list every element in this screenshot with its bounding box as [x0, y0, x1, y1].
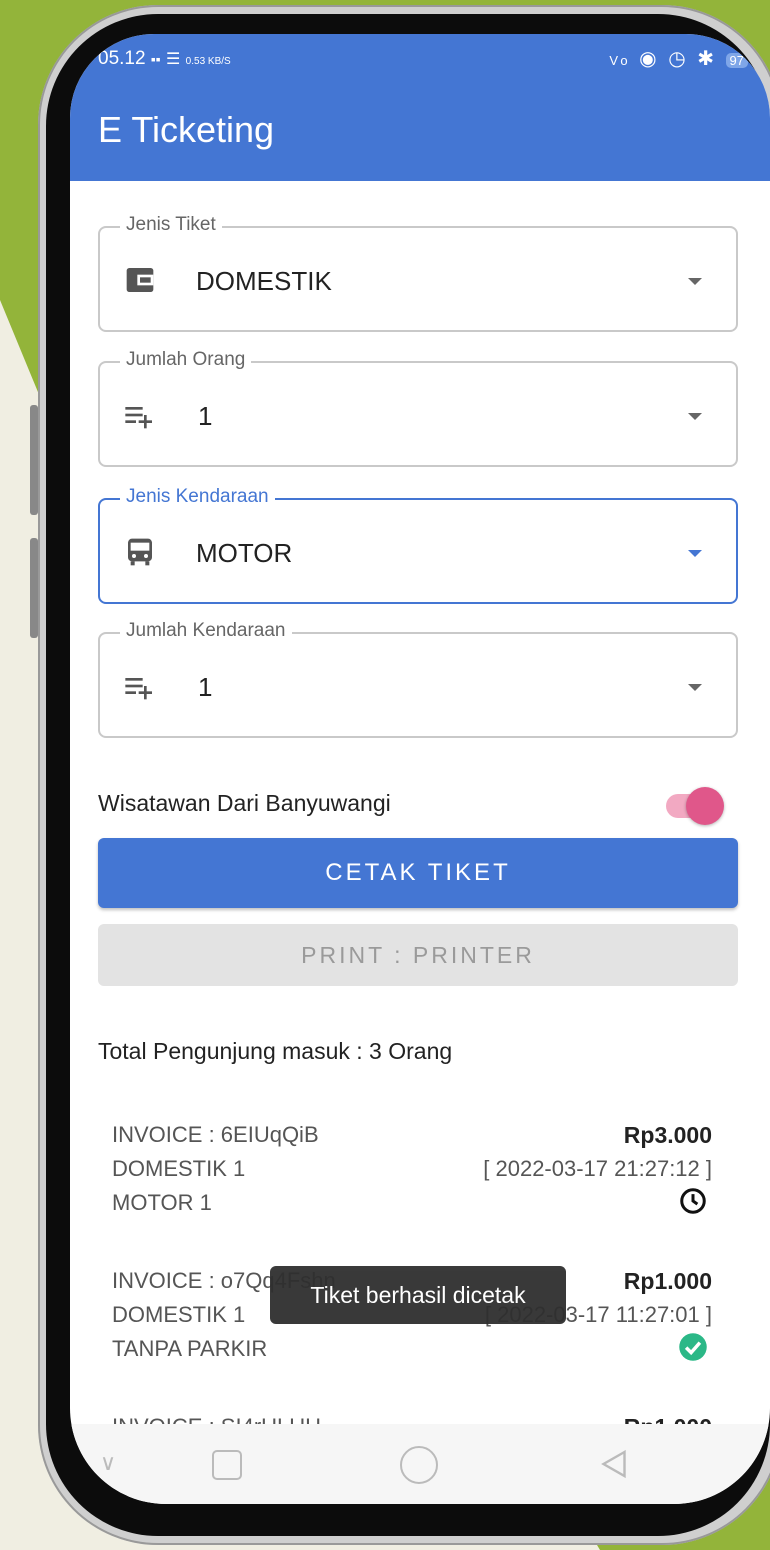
invoice-vehicle: TANPA PARKIR [112, 1336, 268, 1361]
jenis-kendaraan-dropdown[interactable]: Jenis Kendaraan MOTOR [98, 486, 738, 604]
invoice-vehicle: MOTOR 1 [112, 1190, 212, 1215]
invoice-datetime: [ 2022-03-17 21:27:12 ] [483, 1156, 712, 1181]
home-icon[interactable] [400, 1446, 438, 1484]
clock-icon [680, 1188, 706, 1214]
invoice-amount: Rp3.000 [623, 1122, 712, 1148]
jenis-tiket-label: Jenis Tiket [120, 214, 222, 236]
wallet-icon [126, 268, 154, 292]
bus-icon [128, 538, 152, 566]
status-left: 05.12 ▪▪ ☰ 0.53 KB/S [98, 48, 231, 70]
jumlah-kendaraan-value: 1 [198, 672, 213, 702]
app-bar: 05.12 ▪▪ ☰ 0.53 KB/S Vo ◉ ◷ ✱ 97 E Ticke… [70, 34, 770, 181]
location-icon: ◉ [639, 48, 660, 70]
toast-message: Tiket berhasil dicetak [270, 1266, 566, 1324]
jenis-tiket-dropdown[interactable]: Jenis Tiket DOMESTIK [98, 214, 738, 332]
invoice-type: DOMESTIK 1 [112, 1156, 246, 1181]
phone-side-button [30, 405, 38, 515]
signal-icon: ▪▪ [150, 51, 161, 67]
back-icon[interactable] [596, 1446, 632, 1482]
chevron-down-icon [688, 278, 702, 285]
phone-side-button [30, 538, 38, 638]
nav-collapse-icon[interactable]: ∨ [100, 1450, 116, 1476]
recents-icon[interactable] [212, 1450, 242, 1480]
jumlah-orang-value: 1 [198, 401, 213, 431]
wisatawan-toggle[interactable] [666, 787, 724, 825]
playlist-add-icon [125, 678, 152, 700]
phone-screen: 05.12 ▪▪ ☰ 0.53 KB/S Vo ◉ ◷ ✱ 97 E Ticke… [70, 34, 770, 1504]
battery-icon: 97 [725, 53, 748, 68]
android-nav-bar: ∨ [70, 1424, 770, 1504]
playlist-add-icon [125, 407, 152, 429]
status-bar: 05.12 ▪▪ ☰ 0.53 KB/S Vo ◉ ◷ ✱ 97 [98, 42, 748, 82]
chevron-down-icon [688, 550, 702, 557]
status-right: Vo ◉ ◷ ✱ 97 [609, 46, 748, 71]
invoice-amount: Rp1.000 [623, 1268, 712, 1294]
jumlah-kendaraan-dropdown[interactable]: Jumlah Kendaraan 1 [98, 620, 738, 738]
wisatawan-toggle-label: Wisatawan Dari Banyuwangi [98, 790, 391, 816]
cetak-tiket-button[interactable]: CETAK TIKET [98, 838, 738, 908]
wifi-icon: ☰ [166, 51, 181, 68]
volte-icon: Vo [609, 53, 631, 68]
alarm-icon: ◷ [668, 48, 689, 70]
network-speed: 0.53 KB/S [185, 56, 231, 67]
invoice-type: DOMESTIK 1 [112, 1302, 246, 1327]
check-circle-icon [679, 1333, 707, 1361]
app-title: E Ticketing [98, 109, 275, 150]
print-printer-button[interactable]: PRINT : PRINTER [98, 924, 738, 986]
bluetooth-icon: ✱ [697, 48, 717, 70]
jenis-tiket-value: DOMESTIK [196, 266, 332, 296]
chevron-down-icon [688, 413, 702, 420]
status-time: 05.12 [98, 48, 146, 69]
invoice-number: INVOICE : 6EIUqQiB [112, 1122, 319, 1147]
chevron-down-icon [688, 684, 702, 691]
invoice-item[interactable]: INVOICE : 6EIUqQiB Rp3.000 DOMESTIK 1 [ … [112, 1122, 712, 1232]
battery-level: 97 [729, 53, 744, 68]
jumlah-orang-dropdown[interactable]: Jumlah Orang 1 [98, 349, 738, 467]
toggle-thumb [686, 787, 724, 825]
total-visitors: Total Pengunjung masuk : 3 Orang [98, 1038, 453, 1064]
jumlah-orang-label: Jumlah Orang [120, 349, 252, 371]
jenis-kendaraan-value: MOTOR [196, 538, 293, 568]
jumlah-kendaraan-label: Jumlah Kendaraan [120, 620, 292, 642]
wisatawan-toggle-row: Wisatawan Dari Banyuwangi [98, 786, 738, 826]
jenis-kendaraan-label: Jenis Kendaraan [120, 486, 275, 508]
